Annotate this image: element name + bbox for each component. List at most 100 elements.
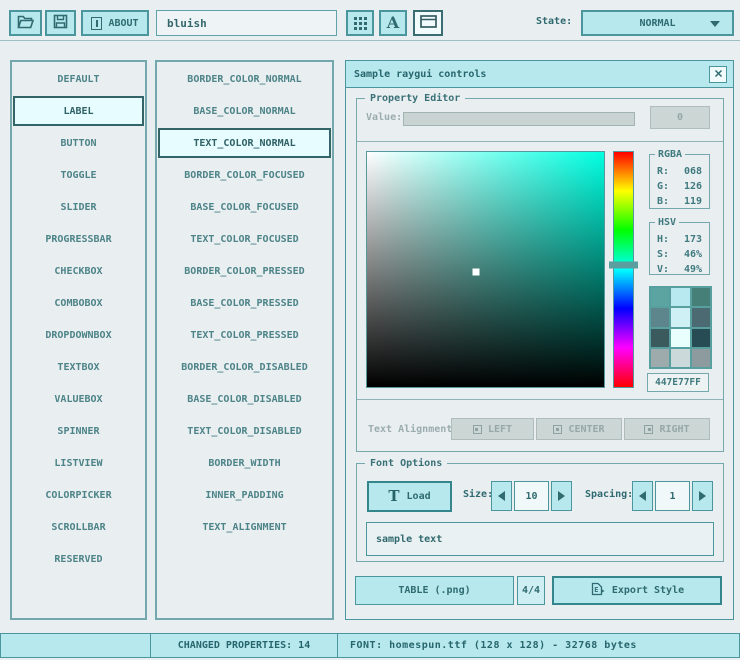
color-swatch[interactable] <box>692 349 710 367</box>
folder-open-icon <box>17 15 34 32</box>
controls-list-item[interactable]: RESERVED <box>13 544 144 574</box>
spacing-decrease-button[interactable] <box>632 481 653 511</box>
align-left-icon <box>473 425 482 434</box>
colorpicker-cursor[interactable] <box>473 268 480 275</box>
align-right-button[interactable]: RIGHT <box>624 418 710 440</box>
properties-list-item[interactable]: TEXT_COLOR_FOCUSED <box>158 224 331 254</box>
sample-window-titlebar[interactable]: Sample raygui controls <box>346 61 733 88</box>
properties-list-item[interactable]: BASE_COLOR_PRESSED <box>158 288 331 318</box>
toolbar: ABOUT A State: NORMAL <box>0 0 740 41</box>
font-a-icon: A <box>387 15 399 31</box>
controls-list-item-label: BUTTON <box>60 138 96 149</box>
value-button[interactable]: 0 <box>650 106 710 129</box>
size-increase-button[interactable] <box>551 481 572 511</box>
controls-list-item[interactable]: TEXTBOX <box>13 352 144 382</box>
properties-list-item[interactable]: BASE_COLOR_NORMAL <box>158 96 331 126</box>
color-swatch[interactable] <box>671 349 689 367</box>
controls-list-item-label: DEFAULT <box>57 74 99 85</box>
spacing-increase-button[interactable] <box>692 481 713 511</box>
align-center-button[interactable]: CENTER <box>536 418 622 440</box>
align-left-button[interactable]: LEFT <box>451 418 534 440</box>
h-value: 173 <box>684 232 702 247</box>
color-swatch[interactable] <box>692 288 710 306</box>
spacing-value: 1 <box>669 491 675 502</box>
controls-list-item-label: COLORPICKER <box>45 490 111 501</box>
properties-list: BORDER_COLOR_NORMAL BASE_COLOR_NORMAL TE… <box>157 62 332 618</box>
hex-value-box[interactable]: 447E77FF <box>647 373 709 392</box>
color-swatch[interactable] <box>651 288 669 306</box>
save-style-button[interactable] <box>45 10 76 36</box>
sample-text-box[interactable]: sample text <box>366 522 714 556</box>
hue-slider[interactable] <box>613 151 634 388</box>
size-decrease-button[interactable] <box>491 481 512 511</box>
color-swatch[interactable] <box>651 308 669 326</box>
color-swatch[interactable] <box>671 288 689 306</box>
about-button[interactable]: ABOUT <box>81 10 149 36</box>
font-settings-button[interactable]: A <box>379 10 407 36</box>
controls-list-item[interactable]: SCROLLBAR <box>13 512 144 542</box>
properties-list-item[interactable]: BORDER_COLOR_FOCUSED <box>158 160 331 190</box>
properties-list-item[interactable]: BASE_COLOR_FOCUSED <box>158 192 331 222</box>
controls-list-item[interactable]: COMBOBOX <box>13 288 144 318</box>
properties-list-item[interactable]: TEXT_COLOR_NORMAL <box>158 128 331 158</box>
properties-list-item[interactable]: BORDER_COLOR_DISABLED <box>158 352 331 382</box>
color-swatch[interactable] <box>692 329 710 347</box>
controls-list-item-label: LISTVIEW <box>54 458 102 469</box>
color-swatch[interactable] <box>671 329 689 347</box>
controls-list-item[interactable]: PROGRESSBAR <box>13 224 144 254</box>
export-file-icon: E <box>590 582 605 599</box>
properties-list-item-label: TEXT_ALIGNMENT <box>202 522 286 533</box>
size-value-box[interactable]: 10 <box>514 481 549 511</box>
properties-list-item[interactable]: BORDER_COLOR_PRESSED <box>158 256 331 286</box>
export-style-button[interactable]: E Export Style <box>552 576 722 605</box>
open-style-button[interactable] <box>9 10 42 36</box>
color-swatch[interactable] <box>651 329 669 347</box>
controls-list-item[interactable]: TOGGLE <box>13 160 144 190</box>
controls-list-item-label: RESERVED <box>54 554 102 565</box>
controls-list-item[interactable]: DEFAULT <box>13 64 144 94</box>
hsv-v-row: V:49% <box>650 262 709 277</box>
properties-list-item[interactable]: BASE_COLOR_DISABLED <box>158 384 331 414</box>
state-dropdown[interactable]: NORMAL <box>581 10 734 36</box>
properties-list-item[interactable]: INNER_PADDING <box>158 480 331 510</box>
align-right-icon <box>644 425 653 434</box>
controls-list-item[interactable]: BUTTON <box>13 128 144 158</box>
load-font-button[interactable]: T Load <box>367 481 452 512</box>
load-font-button-label: Load <box>407 491 431 502</box>
colorpicker-sv-area[interactable] <box>366 151 605 388</box>
hue-slider-handle[interactable] <box>609 261 638 268</box>
controls-list: DEFAULT LABEL BUTTON TOGGLE SLIDER PROGR… <box>12 62 145 618</box>
style-name-input[interactable] <box>156 10 337 36</box>
controls-list-item[interactable]: VALUEBOX <box>13 384 144 414</box>
export-format-button[interactable]: TABLE (.png) <box>355 576 514 605</box>
color-swatch[interactable] <box>671 308 689 326</box>
export-style-label: Export Style <box>612 585 684 596</box>
properties-list-item[interactable]: TEXT_COLOR_PRESSED <box>158 320 331 350</box>
controls-list-item[interactable]: COLORPICKER <box>13 480 144 510</box>
controls-list-item-label: SLIDER <box>60 202 96 213</box>
spacing-value-box[interactable]: 1 <box>655 481 690 511</box>
controls-list-item[interactable]: DROPDOWNBOX <box>13 320 144 350</box>
properties-list-item[interactable]: TEXT_ALIGNMENT <box>158 512 331 542</box>
color-swatch[interactable] <box>651 349 669 367</box>
color-swatch[interactable] <box>692 308 710 326</box>
value-slider[interactable] <box>403 112 635 126</box>
sample-window-toggle-button[interactable] <box>413 10 443 36</box>
align-right-label: RIGHT <box>659 424 689 435</box>
close-window-button[interactable] <box>709 66 727 83</box>
controls-list-item[interactable]: CHECKBOX <box>13 256 144 286</box>
controls-list-item[interactable]: LISTVIEW <box>13 448 144 478</box>
hsv-group-label: HSV <box>655 217 679 228</box>
properties-list-item[interactable]: BORDER_COLOR_NORMAL <box>158 64 331 94</box>
controls-list-item[interactable]: SPINNER <box>13 416 144 446</box>
properties-list-item[interactable]: BORDER_WIDTH <box>158 448 331 478</box>
export-pages-box[interactable]: 4/4 <box>517 576 545 605</box>
controls-list-item-label: TOGGLE <box>60 170 96 181</box>
style-color-swatch-grid <box>649 286 712 369</box>
properties-list-item-label: TEXT_COLOR_NORMAL <box>193 138 295 149</box>
controls-list-item[interactable]: LABEL <box>13 96 144 126</box>
show-grid-button[interactable] <box>346 10 374 36</box>
properties-list-item[interactable]: TEXT_COLOR_DISABLED <box>158 416 331 446</box>
controls-list-item-label: PROGRESSBAR <box>45 234 111 245</box>
controls-list-item[interactable]: SLIDER <box>13 192 144 222</box>
